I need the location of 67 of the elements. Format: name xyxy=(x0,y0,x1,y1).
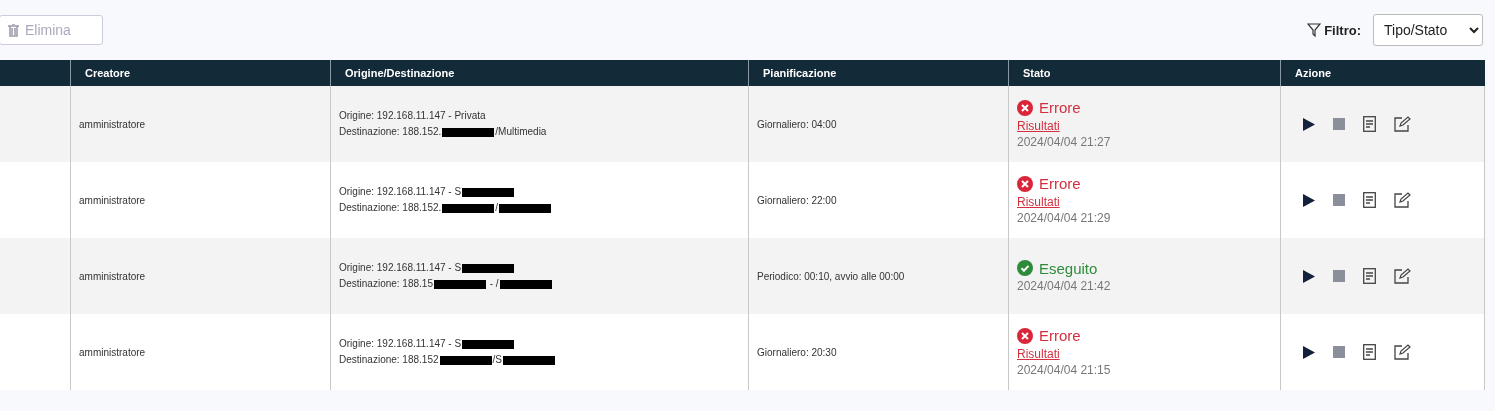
redaction-bar xyxy=(462,187,515,197)
column-header: Pianificazione xyxy=(748,60,1008,86)
route-text: Destinazione: 188.152. xyxy=(339,125,442,139)
schedule-cell-text: Giornaliero: 04:00 xyxy=(757,118,838,130)
play-icon[interactable] xyxy=(1303,345,1315,359)
column-header xyxy=(0,60,70,86)
status-time: 2024/04/04 21:29 xyxy=(1017,211,1112,225)
status-label: Eseguito xyxy=(1039,259,1098,277)
route-text: Origine: 192.168.11.147 - S xyxy=(339,185,462,199)
route-text: /Multimedia xyxy=(495,125,547,139)
document-icon[interactable] xyxy=(1363,116,1376,132)
route-text: Destinazione: 188.152. xyxy=(339,201,442,215)
status-label: Errore xyxy=(1039,175,1081,192)
play-icon[interactable] xyxy=(1303,269,1315,283)
edit-icon[interactable] xyxy=(1394,116,1411,132)
schedule-cell-text: Giornaliero: 20:30 xyxy=(757,346,838,358)
route-text: Destinazione: 188.152 xyxy=(339,353,439,367)
results-link[interactable]: Risultati xyxy=(1017,119,1060,133)
check-icon xyxy=(1017,260,1033,276)
column-header: Stato xyxy=(1008,60,1280,86)
schedule-cell-text: Periodico: 00:10, avvio alle 00:00 xyxy=(757,270,906,282)
play-icon[interactable] xyxy=(1303,193,1315,207)
status-time: 2024/04/04 21:27 xyxy=(1017,135,1112,149)
results-link[interactable]: Risultati xyxy=(1017,347,1060,361)
creator-cell-text: amministratore xyxy=(79,194,147,206)
route-text: Destinazione: 188.15 xyxy=(339,277,433,291)
error-icon xyxy=(1017,99,1033,116)
document-icon[interactable] xyxy=(1363,192,1376,208)
status-label: Errore xyxy=(1039,99,1081,116)
creator-cell-text: amministratore xyxy=(79,118,147,130)
route-text: - / xyxy=(488,277,499,291)
status-label: Errore xyxy=(1039,327,1081,344)
column-header: Azione xyxy=(1280,60,1485,86)
route-text: Origine: 192.168.11.147 - S xyxy=(339,261,462,275)
redaction-bar xyxy=(439,355,492,365)
filter-dropdown[interactable]: Tipo/Stato xyxy=(1373,14,1483,46)
edit-icon[interactable] xyxy=(1394,268,1411,284)
filter-icon xyxy=(1307,23,1322,37)
redaction-bar xyxy=(499,203,552,213)
redaction-bar xyxy=(503,355,555,365)
route-text: Origine: 192.168.11.147 - Privata xyxy=(339,109,486,123)
redaction-bar xyxy=(433,279,486,289)
redaction-bar xyxy=(442,203,495,213)
creator-cell-text: amministratore xyxy=(79,346,147,358)
edit-icon[interactable] xyxy=(1394,344,1411,360)
status-time: 2024/04/04 21:42 xyxy=(1017,278,1112,293)
redaction-bar xyxy=(462,339,515,349)
error-icon xyxy=(1017,175,1033,192)
filter-label: Filtro: xyxy=(1324,22,1361,38)
play-icon[interactable] xyxy=(1303,117,1315,131)
creator-cell-text: amministratore xyxy=(79,270,147,282)
route-text: /S xyxy=(492,353,502,367)
edit-icon[interactable] xyxy=(1394,192,1411,208)
error-icon xyxy=(1017,327,1033,344)
trash-icon xyxy=(8,23,19,37)
redaction-bar xyxy=(442,127,495,137)
redaction-bar xyxy=(462,263,515,273)
document-icon[interactable] xyxy=(1363,344,1376,360)
column-header: Origine/Destinazione xyxy=(330,60,748,86)
status-time: 2024/04/04 21:15 xyxy=(1017,363,1112,377)
results-link[interactable]: Risultati xyxy=(1017,195,1060,209)
route-text: / xyxy=(495,201,499,215)
column-header: Creatore xyxy=(70,60,330,86)
redaction-bar xyxy=(499,279,552,289)
document-icon[interactable] xyxy=(1363,268,1376,284)
schedule-cell-text: Giornaliero: 22:00 xyxy=(757,194,838,206)
route-text: Origine: 192.168.11.147 - S xyxy=(339,337,462,351)
